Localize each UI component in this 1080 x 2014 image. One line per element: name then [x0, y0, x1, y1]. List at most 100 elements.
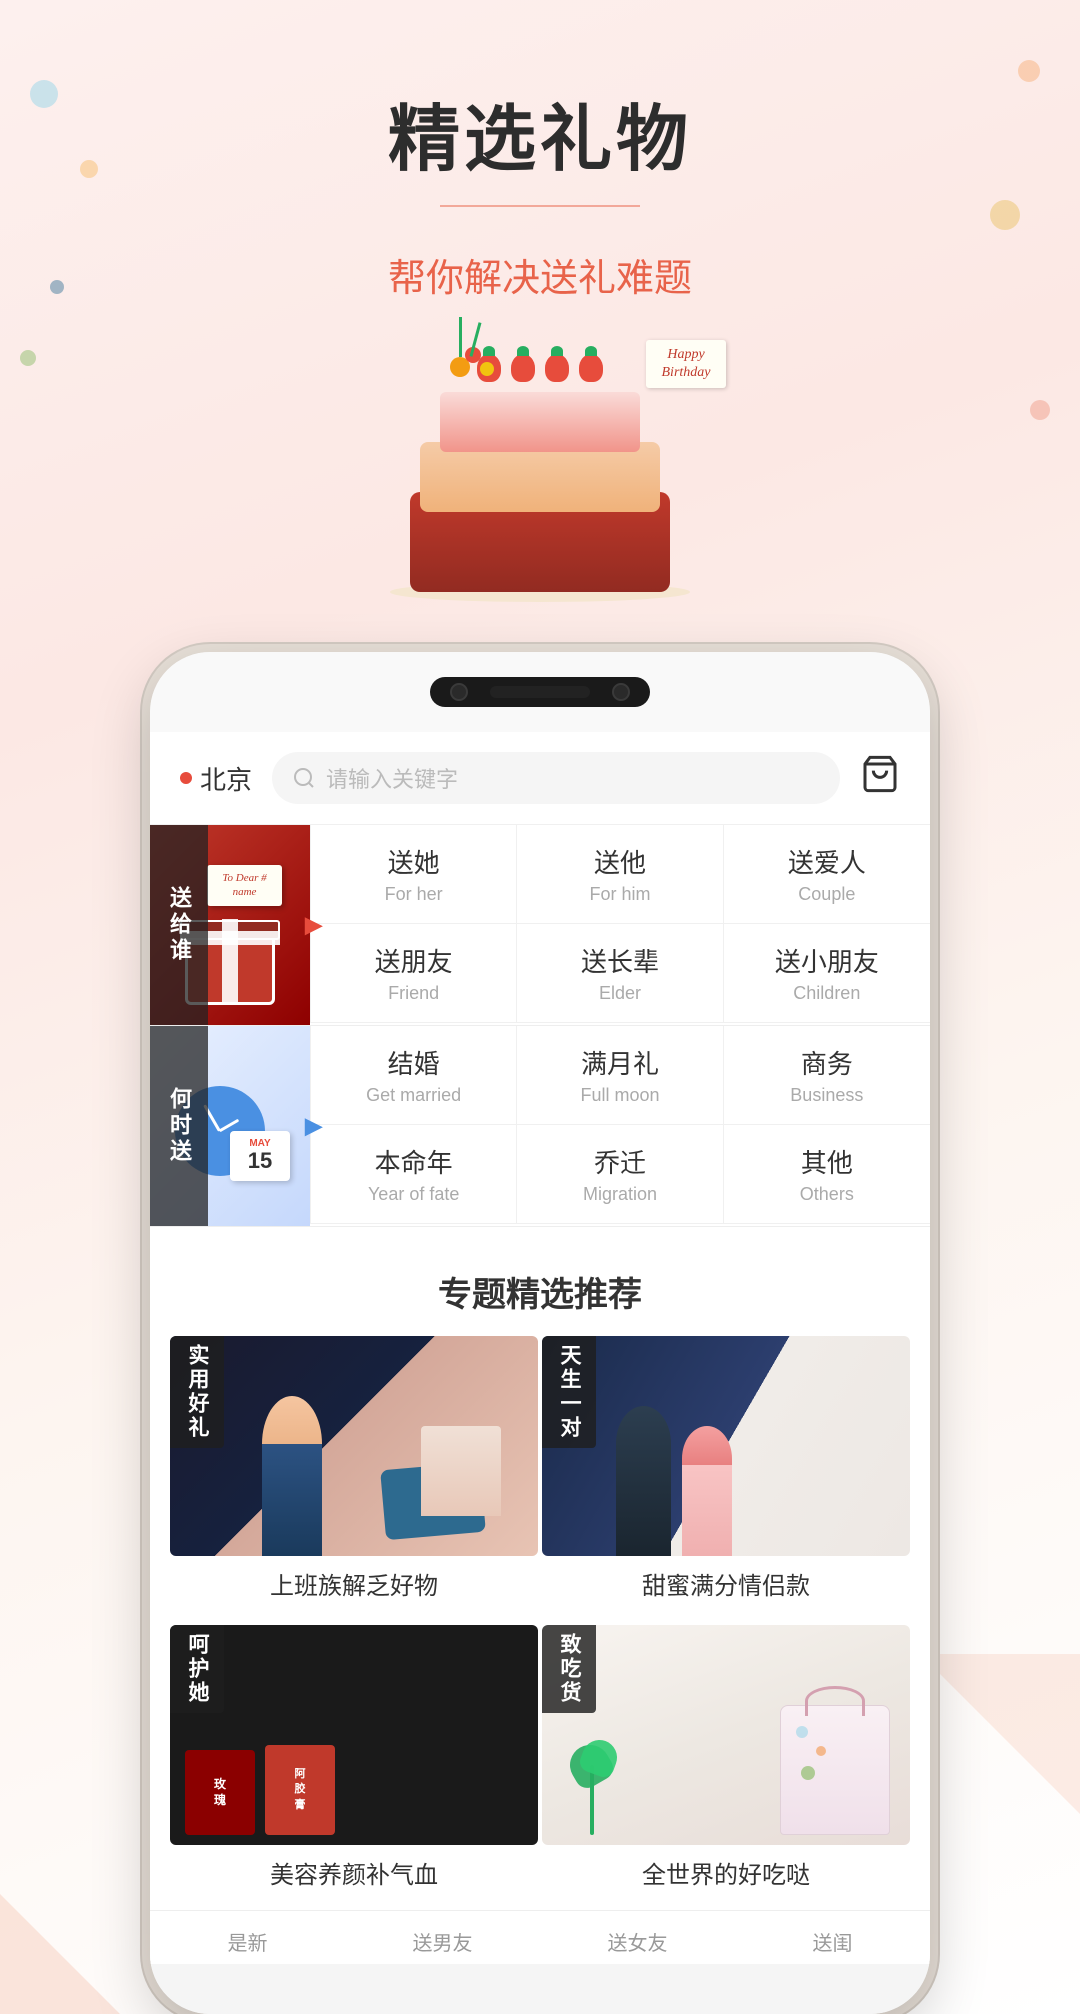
tab-girlfriend[interactable]: 送女友 — [540, 1927, 735, 1956]
cat-item-couple[interactable]: 送爱人 Couple — [724, 825, 930, 924]
front-camera — [450, 683, 468, 701]
who-grid: 送她 For her 送他 For him 送爱人 Couple 送朋友 — [310, 825, 930, 1023]
product-item-office[interactable]: 实用好礼 上班族解乏好物 — [170, 1336, 538, 1605]
cat-item-yearoffate[interactable]: 本命年 Year of fate — [311, 1125, 517, 1224]
phone-notch-area — [150, 652, 930, 732]
tab-boyfriend[interactable]: 送男友 — [345, 1927, 540, 1956]
phone-bottom — [150, 1964, 930, 2014]
cat-item-migration[interactable]: 乔迁 Migration — [517, 1125, 723, 1224]
hero-divider — [440, 205, 640, 207]
cat-others-sub: Others — [734, 1184, 920, 1205]
cat-others-main: 其他 — [734, 1143, 920, 1180]
cat-couple-main: 送爱人 — [734, 843, 920, 880]
cat-item-friend[interactable]: 送朋友 Friend — [311, 924, 517, 1023]
cat-elder-main: 送长辈 — [527, 942, 712, 979]
hero-cake-illustration: Happy Birthday — [350, 332, 730, 612]
cat-business-sub: Business — [734, 1085, 920, 1106]
cat-business-main: 商务 — [734, 1044, 920, 1081]
cat-children-main: 送小朋友 — [734, 942, 920, 979]
when-label-overlay: 何时送 — [150, 1026, 208, 1226]
phone-notch — [430, 677, 650, 707]
cat-for-her-sub: For her — [321, 884, 506, 905]
cake-middle-layer — [420, 442, 660, 512]
when-section-arrow: ▶ — [305, 1113, 322, 1139]
search-bar[interactable]: 请输入关键字 — [272, 752, 840, 804]
product-item-food[interactable]: 致吃货 全世界的好吃哒 — [542, 1625, 910, 1894]
gift-card-text: To Dear #name — [207, 865, 282, 906]
cat-item-for-her[interactable]: 送她 For her — [311, 825, 517, 924]
featured-section-title: 专题精选推荐 — [438, 1276, 642, 1314]
bottom-tab-bar: 是新 送男友 送女友 送闺 — [150, 1910, 930, 1964]
product-label-couple: 甜蜜满分情侣款 — [542, 1556, 910, 1605]
cat-item-fullmoon[interactable]: 满月礼 Full moon — [517, 1026, 723, 1125]
cat-fullmoon-main: 满月礼 — [527, 1044, 712, 1081]
search-icon — [292, 766, 316, 790]
phone-speaker — [490, 686, 590, 698]
product-item-couple[interactable]: 天生一对 甜蜜满分情侣款 — [542, 1336, 910, 1605]
category-who-right: 送她 For her 送他 For him 送爱人 Couple 送朋友 — [310, 825, 930, 1025]
cart-button[interactable] — [860, 754, 900, 803]
category-when-section: MAY 15 ▶ 何时送 — [150, 1026, 930, 1227]
location-selector[interactable]: 北京 — [180, 760, 252, 797]
cat-friend-sub: Friend — [321, 983, 506, 1004]
cat-item-elder[interactable]: 送长辈 Elder — [517, 924, 723, 1023]
when-label-text: 何时送 — [163, 1087, 195, 1165]
product-label-beauty: 美容养颜补气血 — [170, 1845, 538, 1894]
cat-migration-sub: Migration — [527, 1184, 712, 1205]
food-plant — [562, 1735, 622, 1835]
cat-couple-sub: Couple — [734, 884, 920, 905]
food-gift-bag — [780, 1705, 890, 1835]
tab-bestie[interactable]: 送闺 — [735, 1927, 930, 1956]
phone-frame: 北京 请输入关键字 — [150, 652, 930, 2014]
office-image — [170, 1336, 538, 1556]
product-badge-beauty: 呵护她 — [170, 1625, 224, 1713]
phone-wrapper: 北京 请输入关键字 — [0, 652, 1080, 2014]
cat-item-others[interactable]: 其他 Others — [724, 1125, 930, 1224]
phone-screen: 北京 请输入关键字 — [150, 732, 930, 1964]
category-when-left: MAY 15 ▶ 何时送 — [150, 1026, 310, 1226]
cat-for-her-main: 送她 — [321, 843, 506, 880]
product-badge-food: 致吃货 — [542, 1625, 596, 1713]
when-grid: 结婚 Get married 满月礼 Full moon 商务 Business — [310, 1026, 930, 1224]
product-label-food: 全世界的好吃哒 — [542, 1845, 910, 1894]
strawberries-decoration — [477, 354, 603, 382]
search-placeholder-text: 请输入关键字 — [326, 762, 458, 794]
cat-married-main: 结婚 — [321, 1044, 506, 1081]
product-item-beauty[interactable]: 玫瑰 阿胶膏 呵护她 美容养颜补气血 — [170, 1625, 538, 1894]
cat-item-married[interactable]: 结婚 Get married — [311, 1026, 517, 1125]
cake-top-layer — [440, 392, 640, 452]
cat-item-for-him[interactable]: 送他 For him — [517, 825, 723, 924]
product-grid: 实用好礼 上班族解乏好物 天生一对 — [150, 1336, 930, 1910]
who-label-overlay: 送给谁 — [150, 825, 208, 1025]
tab-new[interactable]: 是新 — [150, 1927, 345, 1956]
birthday-card: Happy Birthday — [646, 340, 726, 388]
cart-icon — [860, 754, 900, 794]
cat-migration-main: 乔迁 — [527, 1143, 712, 1180]
cat-children-sub: Children — [734, 983, 920, 1004]
who-section-arrow: ▶ — [305, 912, 322, 938]
beauty-jar2: 阿胶膏 — [265, 1745, 335, 1835]
cat-yearoffate-main: 本命年 — [321, 1143, 506, 1180]
cat-item-children[interactable]: 送小朋友 Children — [724, 924, 930, 1023]
location-text: 北京 — [200, 760, 252, 797]
location-icon — [180, 772, 192, 784]
cat-yearoffate-sub: Year of fate — [321, 1184, 506, 1205]
hero-title: 精选礼物 — [0, 80, 1080, 185]
food-image — [542, 1625, 910, 1845]
cat-for-him-main: 送他 — [527, 843, 712, 880]
beauty-jar1: 玫瑰 — [185, 1750, 255, 1835]
couple-image — [542, 1336, 910, 1556]
product-label-office: 上班族解乏好物 — [170, 1556, 538, 1605]
who-label-text: 送给谁 — [163, 886, 195, 964]
product-badge-office: 实用好礼 — [170, 1336, 224, 1448]
beauty-image: 玫瑰 阿胶膏 — [170, 1625, 538, 1845]
cat-item-business[interactable]: 商务 Business — [724, 1026, 930, 1125]
cat-married-sub: Get married — [321, 1085, 506, 1106]
cat-fullmoon-sub: Full moon — [527, 1085, 712, 1106]
hero-subtitle: 帮你解决送礼难题 — [0, 247, 1080, 302]
category-who-section: To Dear #name ▶ 送给谁 送她 — [150, 825, 930, 1026]
cat-elder-sub: Elder — [527, 983, 712, 1004]
calendar-widget: MAY 15 — [230, 1131, 290, 1181]
category-when-right: 结婚 Get married 满月礼 Full moon 商务 Business — [310, 1026, 930, 1226]
hero-section: 精选礼物 帮你解决送礼难题 Happy Birthday — [0, 0, 1080, 632]
